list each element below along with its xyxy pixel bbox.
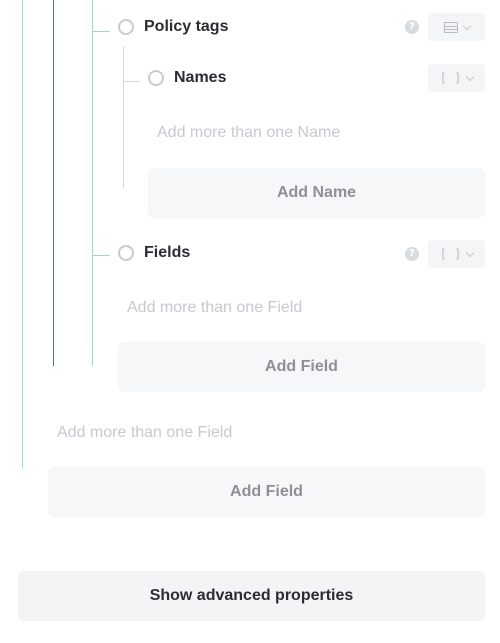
property-row-names: Names — [148, 66, 226, 90]
property-name: Names — [174, 69, 227, 86]
type-select[interactable]: [ ] — [428, 64, 485, 92]
add-field-button-outer[interactable]: Add Field — [48, 467, 485, 517]
tree-branch-fields — [92, 255, 110, 256]
type-select[interactable] — [428, 13, 485, 41]
type-select[interactable]: [ ] — [428, 240, 485, 268]
select-radio[interactable] — [118, 245, 134, 261]
tree-branch-policy-tags — [92, 31, 110, 32]
chevron-down-icon — [466, 72, 475, 81]
fields-hint-outer: Add more than one Field — [57, 424, 233, 441]
add-name-button[interactable]: Add Name — [148, 168, 485, 218]
table-grid-icon — [443, 21, 458, 33]
tree-guide-policy — [92, 0, 93, 366]
property-name: Policy tags — [144, 18, 229, 35]
fields-hint: Add more than one Field — [127, 299, 303, 316]
chevron-down-icon — [466, 248, 475, 257]
show-advanced-properties-button[interactable]: Show advanced properties — [18, 571, 485, 621]
tree-guide-names — [123, 46, 124, 188]
chevron-down-icon — [462, 21, 471, 30]
array-type-label: [ ] — [439, 247, 462, 261]
help-icon[interactable]: ? — [405, 247, 419, 261]
schema-editor: Policy tags ? Names [ ] Add more than on… — [0, 0, 500, 643]
property-row-policy-tags: Policy tags — [118, 15, 228, 39]
help-icon[interactable]: ? — [405, 20, 419, 34]
names-hint: Add more than one Name — [157, 124, 341, 141]
property-name: Fields — [144, 244, 191, 261]
tree-guide-outer — [22, 0, 23, 468]
tree-branch-names — [123, 81, 140, 82]
select-radio[interactable] — [118, 19, 134, 35]
add-field-button[interactable]: Add Field — [118, 342, 485, 392]
select-radio[interactable] — [148, 70, 164, 86]
tree-guide-fields — [53, 0, 54, 366]
property-row-fields: Fields — [118, 241, 190, 265]
array-type-label: [ ] — [439, 71, 462, 85]
